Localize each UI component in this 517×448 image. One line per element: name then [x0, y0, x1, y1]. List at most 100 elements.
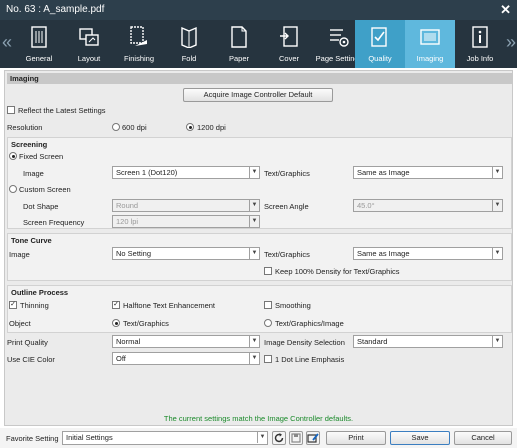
chevron-down-icon: ▼ [257, 432, 267, 443]
smoothing-checkbox[interactable] [264, 301, 272, 309]
screening-image-label: Image [23, 169, 44, 178]
function-toolbar: « General Layout Finishing Fold Paper Co… [0, 20, 517, 68]
favorite-setting-select[interactable]: Initial Settings ▼ [62, 431, 268, 445]
cie-color-select[interactable]: Off ▼ [112, 352, 260, 365]
outline-process-title: Outline Process [11, 288, 69, 297]
density-selection-select[interactable]: Standard ▼ [353, 335, 503, 348]
keep-density-checkbox[interactable] [264, 267, 272, 275]
tone-curve-title: Tone Curve [11, 236, 52, 245]
settings-panel: Imaging Acquire Image Controller Default… [4, 70, 513, 426]
tab-finishing[interactable]: Finishing [114, 20, 164, 68]
screening-text-graphics-label: Text/Graphics [264, 169, 310, 178]
thinning-label: Thinning [20, 301, 49, 310]
fixed-screen-radio[interactable] [9, 152, 17, 160]
res-1200-label: 1200 dpi [197, 123, 226, 132]
cover-icon [280, 26, 298, 47]
chevron-down-icon: ▼ [249, 248, 259, 259]
tab-quality[interactable]: Quality [355, 20, 405, 68]
select-value: Round [116, 201, 139, 210]
general-icon [31, 26, 47, 48]
chevron-down-icon: ▼ [249, 353, 259, 364]
print-quality-label: Print Quality [7, 338, 48, 347]
edit-favorite-icon[interactable] [306, 431, 320, 445]
paper-icon [231, 26, 247, 48]
acquire-default-button[interactable]: Acquire Image Controller Default [183, 88, 333, 102]
chevron-down-icon: ▼ [492, 200, 502, 211]
close-icon[interactable]: ✕ [500, 0, 511, 20]
select-value: 45.0° [357, 201, 375, 210]
job-info-icon [472, 26, 488, 48]
halftone-checkbox[interactable]: ✓ [112, 301, 120, 309]
select-value: Off [116, 354, 126, 363]
chevron-down-icon: ▼ [249, 216, 259, 227]
object-text-graphics-image-label: Text/Graphics/Image [275, 319, 344, 328]
layout-icon [79, 28, 99, 46]
favorite-setting-label: Favorite Setting [6, 434, 59, 443]
reflect-latest-checkbox[interactable] [7, 106, 15, 114]
screening-title: Screening [11, 140, 48, 149]
imaging-icon [420, 29, 440, 45]
tone-image-select[interactable]: No Setting ▼ [112, 247, 260, 260]
status-message: The current settings match the Image Con… [163, 414, 354, 423]
page-settings-icon [330, 29, 349, 47]
chevron-down-icon: ▼ [249, 167, 259, 178]
tab-label: Job Info [466, 54, 494, 63]
imaging-header: Imaging [7, 73, 512, 84]
scroll-right-icon[interactable]: » [506, 32, 516, 53]
chevron-down-icon: ▼ [492, 167, 502, 178]
window-titlebar: No. 63 : A_sample.pdf ✕ [0, 0, 517, 20]
object-text-graphics-radio[interactable] [112, 319, 120, 327]
dot-shape-select[interactable]: Round ▼ [112, 199, 260, 212]
tab-fold[interactable]: Fold [164, 20, 214, 68]
save-button[interactable]: Save [390, 431, 450, 445]
footer-bar: Favorite Setting Initial Settings ▼ Print… [0, 428, 517, 448]
refresh-icon[interactable] [272, 431, 286, 445]
tab-job-info[interactable]: Job Info [455, 20, 505, 68]
tab-cover[interactable]: Cover [264, 20, 314, 68]
tone-text-graphics-label: Text/Graphics [264, 250, 310, 259]
chevron-down-icon: ▼ [249, 336, 259, 347]
chevron-down-icon: ▼ [492, 336, 502, 347]
save-favorite-icon[interactable] [289, 431, 303, 445]
resolution-label: Resolution [7, 123, 43, 132]
object-label: Object [9, 319, 31, 328]
tab-general[interactable]: General [14, 20, 64, 68]
select-value: 120 lpi [116, 217, 139, 226]
tone-image-label: Image [9, 250, 30, 259]
res-1200-radio[interactable] [186, 123, 194, 131]
tab-paper[interactable]: Paper [214, 20, 264, 68]
screen-angle-select[interactable]: 45.0° ▼ [353, 199, 503, 212]
screen-frequency-select[interactable]: 120 lpi ▼ [112, 215, 260, 228]
select-value: Screen 1 (Dot120) [116, 168, 178, 177]
object-text-graphics-image-radio[interactable] [264, 319, 272, 327]
reflect-latest-label: Reflect the Latest Settings [18, 106, 106, 115]
screen-frequency-label: Screen Frequency [23, 218, 85, 227]
tone-text-graphics-select[interactable]: Same as Image ▼ [353, 247, 503, 260]
print-quality-select[interactable]: Normal ▼ [112, 335, 260, 348]
select-value: No Setting [116, 249, 152, 258]
tab-layout[interactable]: Layout [64, 20, 114, 68]
select-value: Normal [116, 337, 141, 346]
res-600-label: 600 dpi [122, 123, 147, 132]
outline-process-section: Outline Process [7, 285, 512, 333]
select-value: Same as Image [357, 249, 410, 258]
cie-color-label: Use CIE Color [7, 355, 55, 364]
screen-angle-label: Screen Angle [264, 202, 309, 211]
dot-line-checkbox[interactable] [264, 355, 272, 363]
halftone-label: Halftone Text Enhancement [123, 301, 216, 310]
tab-imaging[interactable]: Imaging [405, 20, 455, 68]
screening-image-select[interactable]: Screen 1 (Dot120) ▼ [112, 166, 260, 179]
screening-text-graphics-select[interactable]: Same as Image ▼ [353, 166, 503, 179]
custom-screen-radio[interactable] [9, 185, 17, 193]
cancel-button[interactable]: Cancel [454, 431, 512, 445]
fixed-screen-label: Fixed Screen [19, 152, 64, 161]
keep-density-label: Keep 100% Density for Text/Graphics [275, 267, 400, 276]
dot-shape-label: Dot Shape [23, 202, 59, 211]
thinning-checkbox[interactable]: ✓ [9, 301, 17, 309]
scroll-left-icon[interactable]: « [2, 32, 12, 53]
dot-line-label: 1 Dot Line Emphasis [275, 355, 345, 364]
res-600-radio[interactable] [112, 123, 120, 131]
chevron-down-icon: ▼ [249, 200, 259, 211]
object-text-graphics-label: Text/Graphics [123, 319, 169, 328]
print-button[interactable]: Print [326, 431, 386, 445]
